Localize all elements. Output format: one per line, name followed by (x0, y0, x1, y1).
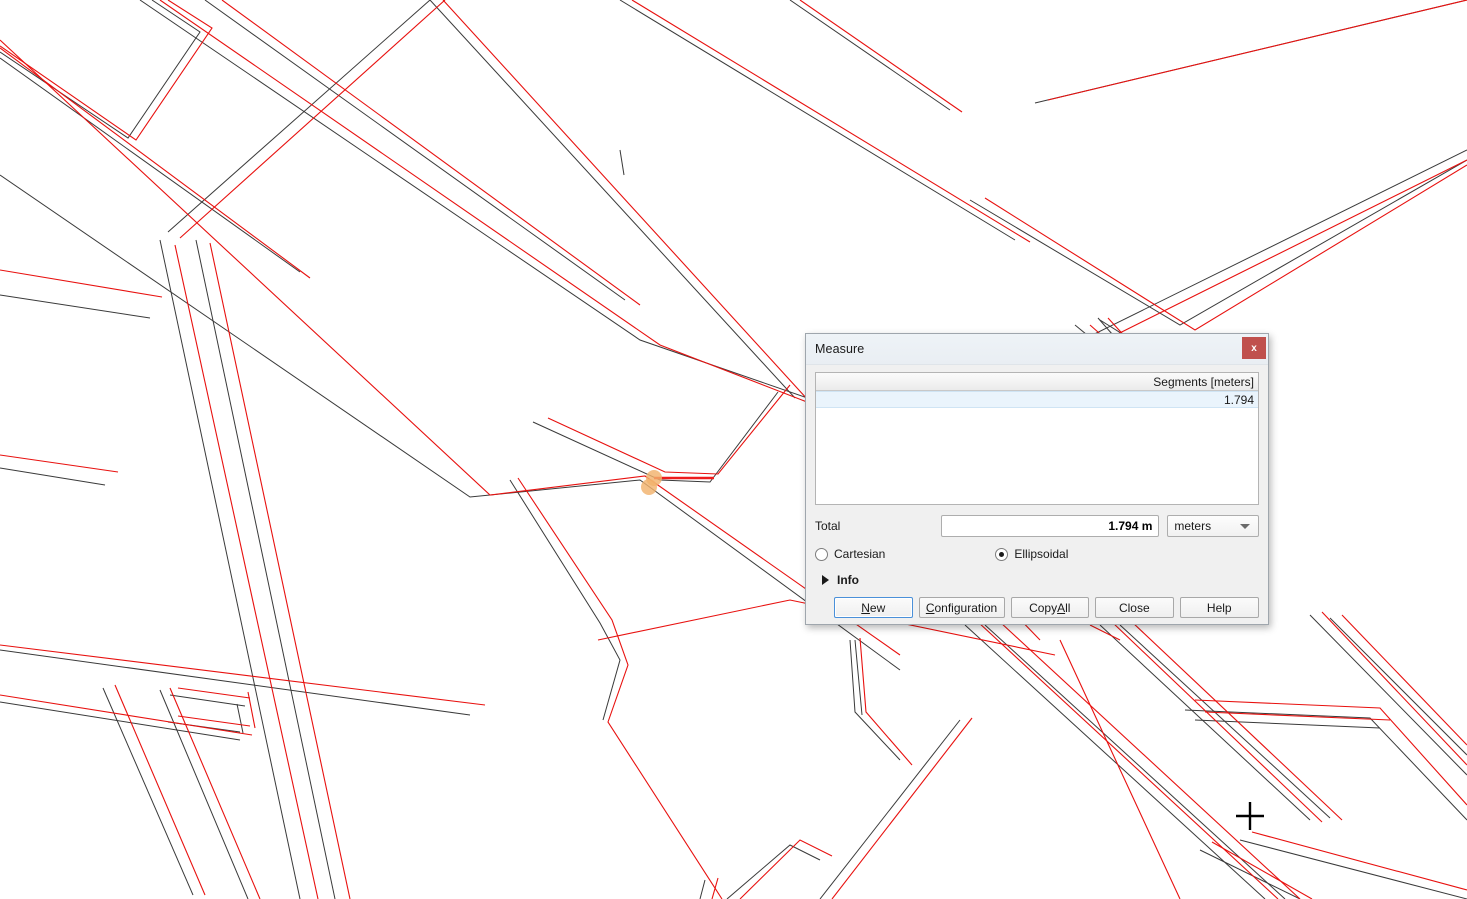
close-button[interactable]: Close (1095, 597, 1174, 618)
close-icon[interactable]: x (1242, 337, 1266, 359)
new-button-post: ew (869, 600, 886, 615)
dialog-button-row: New Configuration Copy All Close Help (815, 597, 1259, 618)
configuration-button-post: onfiguration (934, 600, 998, 615)
chevron-down-icon (1240, 524, 1250, 529)
application-window: Measure x Segments [meters] 1.794 Total … (0, 0, 1467, 899)
copy-all-button[interactable]: Copy All (1010, 597, 1090, 618)
dialog-title: Measure (815, 342, 865, 356)
total-label: Total (815, 519, 841, 533)
total-row: Total 1.794 m meters (815, 515, 1259, 537)
info-disclosure[interactable]: Info (815, 571, 1259, 588)
radio-ellipsoidal-indicator (995, 547, 1009, 561)
copy-all-button-post: ll (1065, 600, 1071, 615)
radio-ellipsoidal-label: Ellipsoidal (1014, 547, 1069, 561)
new-button-key: N (861, 600, 870, 615)
help-button[interactable]: Help (1179, 597, 1259, 618)
radio-ellipsoidal[interactable]: Ellipsoidal (995, 547, 1068, 561)
segments-table[interactable]: Segments [meters] 1.794 (815, 372, 1259, 505)
configuration-button[interactable]: Configuration (918, 597, 1005, 618)
dialog-body: Segments [meters] 1.794 Total 1.794 m me… (806, 365, 1268, 626)
radio-cartesian[interactable]: Cartesian (815, 547, 885, 561)
crosshair-cursor (1236, 802, 1264, 830)
close-button-pre: Close (1118, 600, 1150, 615)
new-button[interactable]: New (834, 597, 913, 618)
units-select[interactable]: meters (1167, 515, 1259, 537)
measure-vertex-markers (641, 470, 662, 495)
total-value-field[interactable]: 1.794 m (941, 515, 1160, 537)
measurement-mode-group: Cartesian Ellipsoidal (815, 545, 1259, 563)
configuration-button-key: C (925, 600, 935, 615)
radio-cartesian-label: Cartesian (834, 547, 886, 561)
measure-dialog: Measure x Segments [meters] 1.794 Total … (805, 333, 1269, 625)
help-button-pre: Help (1206, 600, 1232, 615)
chevron-right-icon (822, 574, 829, 585)
units-select-value: meters (1174, 519, 1212, 533)
copy-all-button-pre: Copy (1029, 600, 1058, 615)
info-label: Info (837, 572, 859, 587)
radio-cartesian-indicator (815, 547, 828, 561)
table-row[interactable]: 1.794 (816, 391, 1258, 408)
copy-all-button-key: A (1057, 600, 1066, 615)
dialog-titlebar[interactable]: Measure x (806, 334, 1268, 365)
segments-table-header: Segments [meters] (816, 373, 1258, 391)
